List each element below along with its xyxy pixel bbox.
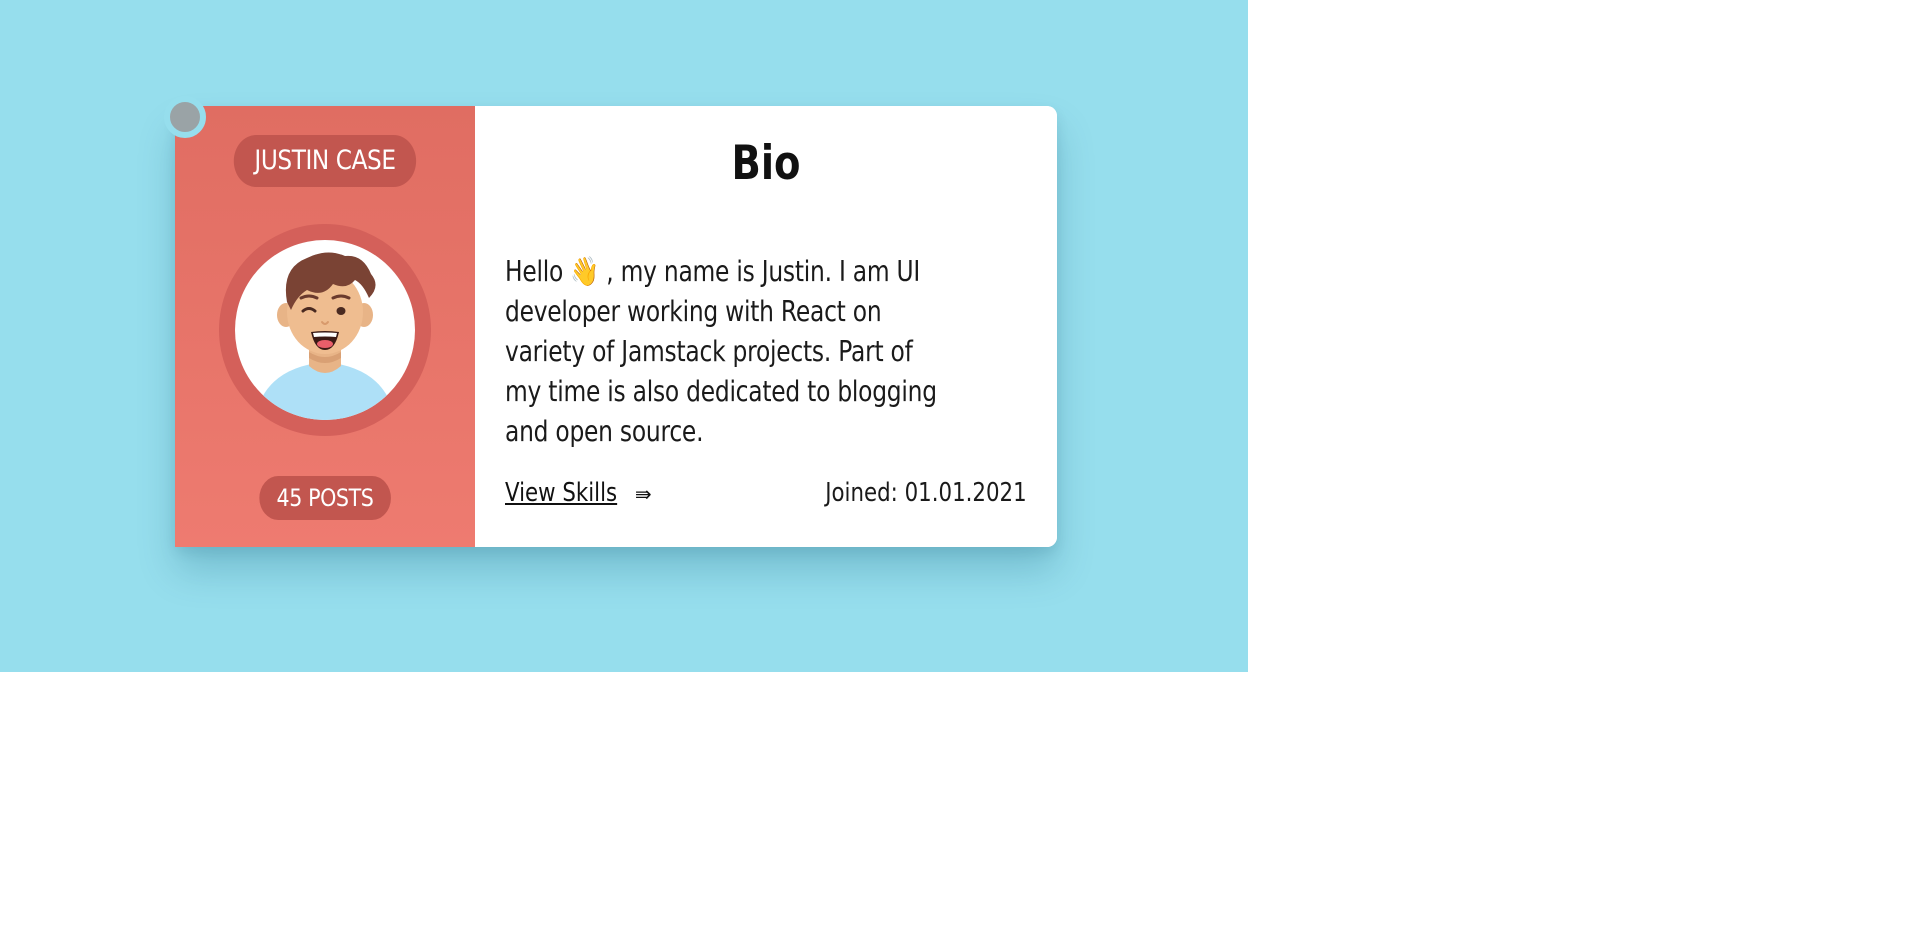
cartoon-boy-avatar-icon	[255, 252, 395, 420]
avatar-ring	[219, 224, 431, 436]
view-skills-link[interactable]: View Skills	[505, 478, 617, 508]
avatar	[235, 240, 415, 420]
corner-dot-icon	[164, 96, 206, 138]
joined-date: Joined: 01.01.2021	[825, 478, 1027, 508]
profile-panel: JUSTIN CASE 45 POSTS	[175, 106, 475, 547]
profile-name: JUSTIN CASE	[233, 135, 417, 187]
bio-text: Hello 👋 , my name is Justin. I am UI dev…	[505, 255, 937, 448]
bio-title: Bio	[731, 136, 801, 191]
bio-panel: Bio Hello 👋 , my name is Justin. I am UI…	[475, 106, 1057, 547]
posts-count-badge: 45 POSTS	[259, 476, 391, 520]
profile-card: JUSTIN CASE 45 POSTS Bio Hello 👋 , my na…	[175, 106, 1057, 547]
arrow-right-icon[interactable]: ⇛	[635, 482, 652, 506]
